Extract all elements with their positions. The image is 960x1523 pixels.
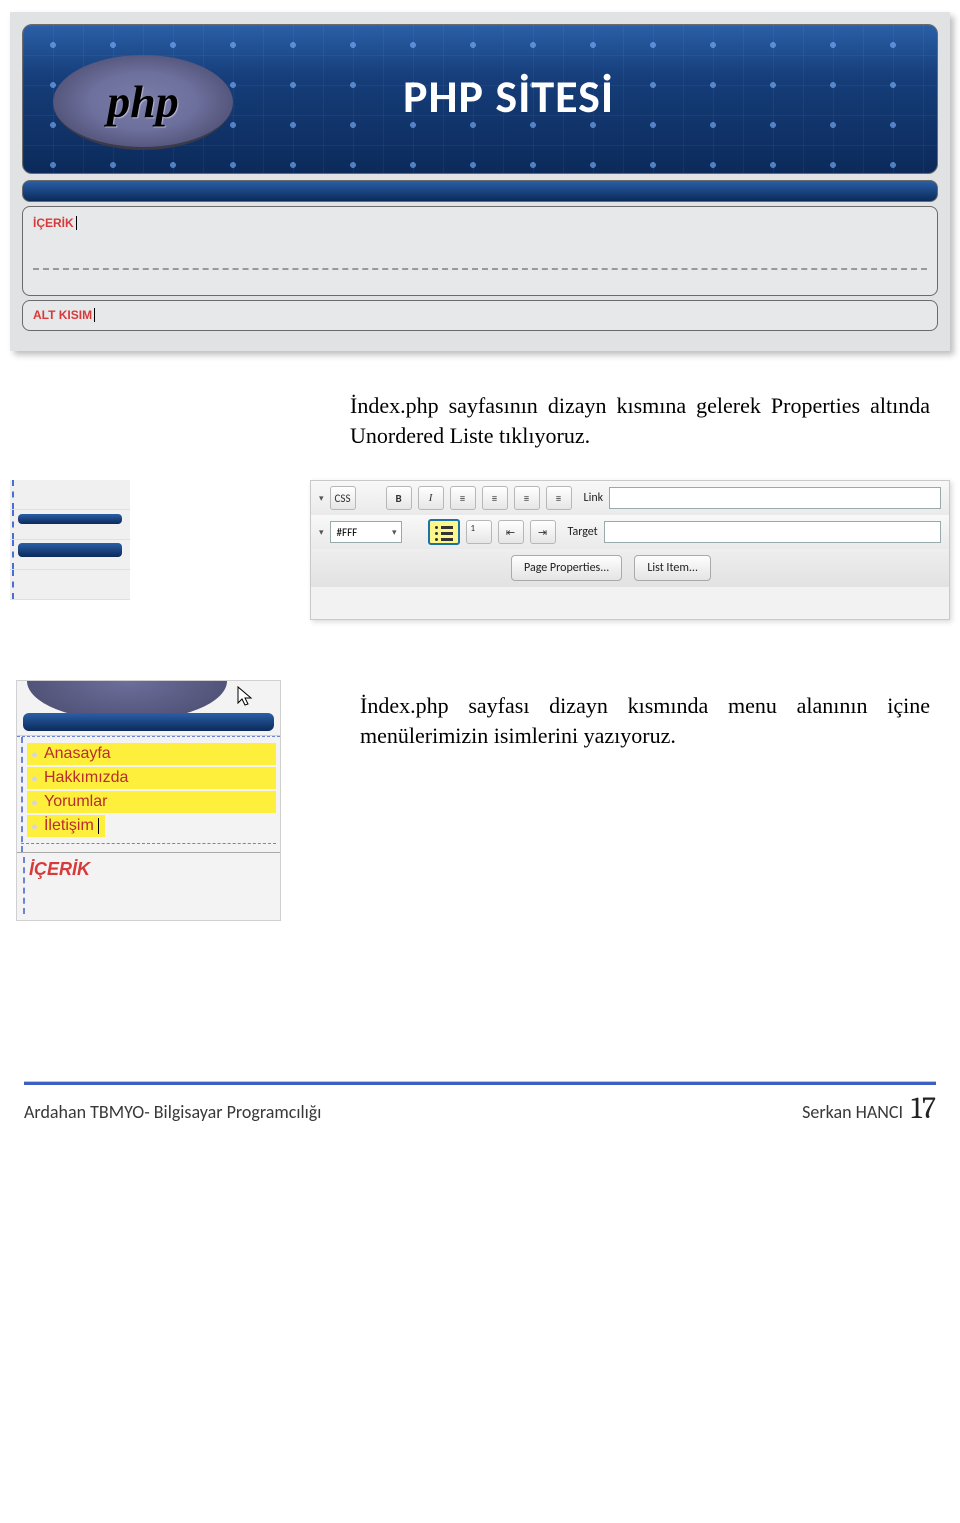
menu-area: •Anasayfa •Hakkımızda •Yorumlar •İletişi… bbox=[17, 736, 280, 853]
chevron-down-icon[interactable]: ▾ bbox=[319, 527, 324, 538]
dashed-separator bbox=[33, 268, 927, 270]
page-footer: Ardahan TBMYO- Bilgisayar Programcılığı … bbox=[0, 1081, 960, 1150]
menu-item-anasayfa[interactable]: •Anasayfa bbox=[27, 743, 276, 765]
php-site-mockup: php PHP SİTESİ İÇERİK ALT KISIM bbox=[10, 12, 950, 351]
color-select[interactable]: #FFF bbox=[330, 521, 402, 543]
menu-item-yorumlar[interactable]: •Yorumlar bbox=[27, 791, 276, 813]
toolbar-row-2: ▾ #FFF ⇤ ⇥ Target bbox=[311, 515, 949, 549]
design-slice bbox=[10, 480, 130, 600]
footer-box: ALT KISIM bbox=[22, 300, 938, 331]
italic-button[interactable]: I bbox=[418, 486, 444, 510]
slice-row bbox=[10, 510, 130, 540]
toolbar-row-3: Page Properties... List Item... bbox=[311, 549, 949, 587]
slice-row bbox=[10, 540, 130, 570]
slice-row bbox=[10, 570, 130, 600]
icerik-label: İÇERİK bbox=[29, 859, 90, 879]
indent-button[interactable]: ⇥ bbox=[530, 520, 556, 544]
cursor-icon bbox=[236, 685, 254, 707]
banner: php PHP SİTESİ bbox=[22, 24, 938, 174]
banner-title: PHP SİTESİ bbox=[403, 69, 614, 125]
alt-kisim-label: ALT KISIM bbox=[33, 308, 95, 322]
bold-button[interactable]: B bbox=[386, 486, 412, 510]
php-logo: php bbox=[53, 55, 233, 150]
text-cursor bbox=[98, 818, 99, 834]
properties-panel: ▾ CSS B I ≡ ≡ ≡ ≡ Link ▾ #FFF ⇤ ⇥ Target… bbox=[310, 480, 950, 620]
toolbar-row-1: ▾ CSS B I ≡ ≡ ≡ ≡ Link bbox=[311, 481, 949, 515]
footer-left: Ardahan TBMYO- Bilgisayar Programcılığı bbox=[24, 1101, 321, 1123]
target-label: Target bbox=[568, 525, 598, 539]
icerik-label: İÇERİK bbox=[33, 216, 77, 230]
page-properties-button[interactable]: Page Properties... bbox=[511, 555, 622, 581]
menu-item-hakkimizda[interactable]: •Hakkımızda bbox=[27, 767, 276, 789]
link-input[interactable] bbox=[609, 487, 941, 509]
content-area: İÇERİK bbox=[17, 853, 280, 920]
align-justify-icon[interactable]: ≡ bbox=[546, 486, 572, 510]
chevron-down-icon[interactable]: ▾ bbox=[319, 493, 324, 504]
align-left-icon[interactable]: ≡ bbox=[450, 486, 476, 510]
menu-item-iletisim[interactable]: •İletişim bbox=[27, 815, 105, 837]
page-number: 17 bbox=[911, 1091, 936, 1126]
outdent-button[interactable]: ⇤ bbox=[498, 520, 524, 544]
target-input[interactable] bbox=[604, 521, 941, 543]
unordered-list-button[interactable] bbox=[428, 519, 460, 545]
css-button[interactable]: CSS bbox=[330, 486, 356, 510]
footer-rule bbox=[24, 1081, 936, 1085]
slice-row bbox=[10, 480, 130, 510]
list-item-button[interactable]: List Item... bbox=[634, 555, 711, 581]
instruction-para-2: İndex.php sayfası dizayn kısmında menu a… bbox=[360, 691, 930, 750]
instruction-para-1: İndex.php sayfasının dizayn kısmına gele… bbox=[350, 391, 930, 450]
align-center-icon[interactable]: ≡ bbox=[482, 486, 508, 510]
ordered-list-button[interactable] bbox=[466, 520, 492, 544]
menu-design-screenshot: •Anasayfa •Hakkımızda •Yorumlar •İletişi… bbox=[16, 680, 281, 921]
menu-bar bbox=[22, 180, 938, 202]
banner-slice bbox=[17, 681, 280, 736]
link-label: Link bbox=[584, 491, 604, 505]
footer-author: Serkan HANCI bbox=[802, 1101, 903, 1123]
content-box: İÇERİK bbox=[22, 206, 938, 296]
align-right-icon[interactable]: ≡ bbox=[514, 486, 540, 510]
